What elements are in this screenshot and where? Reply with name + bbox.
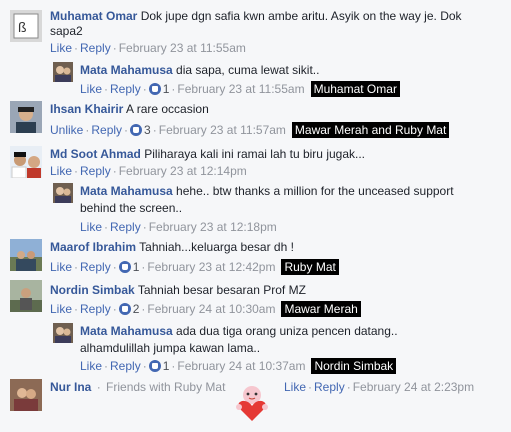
comment-text: Piliharaya kali ini ramai lah tu biru ju… xyxy=(144,147,366,161)
comment-text: hehe.. btw thanks a million for the unce… xyxy=(176,184,454,198)
commenter-name[interactable]: Md Soot Ahmad xyxy=(50,147,141,161)
comment-body: Nordin Simbak Tahniah besar besaran Prof… xyxy=(50,283,306,297)
comment-actions: Like · Reply · February 24 at 2:23pm xyxy=(284,380,475,394)
comment-actions: Like · Reply · 2 · February 24 at 10:30am Mawar… xyxy=(50,301,361,317)
timestamp[interactable]: February 23 at 12:42pm xyxy=(147,260,275,274)
tag-label: Muhamat Omar xyxy=(310,81,400,97)
thumbs-up-icon xyxy=(148,360,161,372)
avatar-muhamat-omar[interactable]: ß xyxy=(10,10,42,42)
comment-text-continued: behind the screen.. xyxy=(80,201,183,215)
comment-text: ada dua tiga orang uniza pencen datang.. xyxy=(176,324,398,338)
reply-button[interactable]: Reply xyxy=(80,41,111,55)
friends-with-label: Friends with Ruby Mat xyxy=(106,380,226,394)
reply-button[interactable]: Reply xyxy=(110,82,141,96)
like-count[interactable]: 3 xyxy=(144,123,151,137)
comment-body: Maarof Ibrahim Tahniah...keluarga besar … xyxy=(50,240,294,254)
comment-actions: Like · Reply · February 23 at 11:55am xyxy=(50,41,246,55)
avatar-mata-mahamusa[interactable] xyxy=(53,62,73,82)
commenter-name[interactable]: Nordin Simbak xyxy=(50,283,135,297)
timestamp[interactable]: February 23 at 11:55am xyxy=(177,82,304,96)
comment-body: Mata Mahamusa ada dua tiga orang uniza p… xyxy=(80,324,398,338)
thumbs-up-icon xyxy=(118,303,131,315)
comment-body: Mata Mahamusa dia sapa, cuma lewat sikit… xyxy=(80,63,319,77)
timestamp[interactable]: February 23 at 12:14pm xyxy=(119,164,247,178)
timestamp[interactable]: February 24 at 2:23pm xyxy=(353,380,474,394)
comment-body: Md Soot Ahmad Piliharaya kali ini ramai … xyxy=(50,147,365,161)
avatar-maarof-ibrahim[interactable] xyxy=(10,239,42,271)
comment-body: Nur Ina · Friends with Ruby Mat xyxy=(50,380,226,394)
thumbs-up-icon xyxy=(130,124,143,136)
tag-label: Ruby Mat xyxy=(281,259,339,275)
avatar-nur-ina[interactable] xyxy=(10,379,42,411)
comment-text-continued: sapa2 xyxy=(50,24,83,38)
reply-button[interactable]: Reply xyxy=(110,220,141,234)
timestamp[interactable]: February 24 at 10:37am xyxy=(177,359,305,373)
avatar-mata-mahamusa[interactable] xyxy=(53,183,73,203)
commenter-name[interactable]: Mata Mahamusa xyxy=(80,184,173,198)
heart-sticker-icon xyxy=(232,383,272,423)
timestamp[interactable]: February 23 at 12:18pm xyxy=(149,220,277,234)
comment-text: Dok jupe dgn safia kwn ambe aritu. Asyik… xyxy=(140,9,462,23)
comment-actions: Like · Reply · February 23 at 12:18pm xyxy=(80,220,277,234)
thumbs-up-icon xyxy=(118,261,131,273)
comment-body: Muhamat Omar Dok jupe dgn safia kwn ambe… xyxy=(50,9,462,23)
reply-button[interactable]: Reply xyxy=(314,380,345,394)
tag-label: Mawar Merah xyxy=(281,301,361,317)
avatar-md-soot-ahmad[interactable] xyxy=(10,146,42,178)
like-button[interactable]: Like xyxy=(80,359,102,373)
comment-actions: Like · Reply · 1 · February 23 at 12:42pm Ruby … xyxy=(50,259,339,275)
comment-actions: Like · Reply · 1 · February 23 at 11:55am Muham… xyxy=(80,81,400,97)
like-button[interactable]: Like xyxy=(50,302,72,316)
commenter-name[interactable]: Nur Ina xyxy=(50,380,91,394)
commenter-name[interactable]: Mata Mahamusa xyxy=(80,63,173,77)
tag-label: Mawar Merah and Ruby Mat xyxy=(291,122,450,138)
comment-text-continued: alhamdulillah jumpa kawan lama.. xyxy=(80,341,261,355)
like-button[interactable]: Like xyxy=(80,82,102,96)
unlike-button[interactable]: Unlike xyxy=(50,123,83,137)
comment-actions: Like · Reply · February 23 at 12:14pm xyxy=(50,164,247,178)
comment-body: Mata Mahamusa hehe.. btw thanks a millio… xyxy=(80,184,454,198)
reply-button[interactable]: Reply xyxy=(80,260,111,274)
comment-text: Tahniah besar besaran Prof MZ xyxy=(137,283,306,297)
commenter-name[interactable]: Muhamat Omar xyxy=(50,9,137,23)
timestamp[interactable]: February 23 at 11:57am xyxy=(159,123,286,137)
comment-text: dia sapa, cuma lewat sikit.. xyxy=(176,63,320,77)
commenter-name[interactable]: Maarof Ibrahim xyxy=(50,240,136,254)
timestamp[interactable]: February 23 at 11:55am xyxy=(119,41,246,55)
comment-actions: Unlike · Reply · 3 · February 23 at 11:57am Maw… xyxy=(50,122,450,138)
like-button[interactable]: Like xyxy=(80,220,102,234)
comment-text: A rare occasion xyxy=(126,102,209,116)
like-button[interactable]: Like xyxy=(284,380,306,394)
reply-button[interactable]: Reply xyxy=(80,164,111,178)
commenter-name[interactable]: Mata Mahamusa xyxy=(80,324,173,338)
avatar-nordin-simbak[interactable] xyxy=(10,280,42,312)
reply-button[interactable]: Reply xyxy=(80,302,111,316)
like-button[interactable]: Like xyxy=(50,260,72,274)
comment-actions: Like · Reply · 1 · February 24 at 10:37am Nordi… xyxy=(80,358,397,374)
commenter-name[interactable]: Ihsan Khairir xyxy=(50,102,123,116)
comment-text: Tahniah...keluarga besar dh ! xyxy=(139,240,294,254)
like-button[interactable]: Like xyxy=(50,164,72,178)
svg-text:ß: ß xyxy=(18,19,27,35)
thumbs-up-icon xyxy=(148,83,161,95)
reply-button[interactable]: Reply xyxy=(91,123,122,137)
avatar-mata-mahamusa[interactable] xyxy=(53,323,73,343)
tag-label: Nordin Simbak xyxy=(311,358,397,374)
avatar-ihsan-khairir[interactable] xyxy=(10,101,42,133)
like-button[interactable]: Like xyxy=(50,41,72,55)
reply-button[interactable]: Reply xyxy=(110,359,141,373)
timestamp[interactable]: February 24 at 10:30am xyxy=(147,302,275,316)
comment-body: Ihsan Khairir A rare occasion xyxy=(50,102,209,116)
